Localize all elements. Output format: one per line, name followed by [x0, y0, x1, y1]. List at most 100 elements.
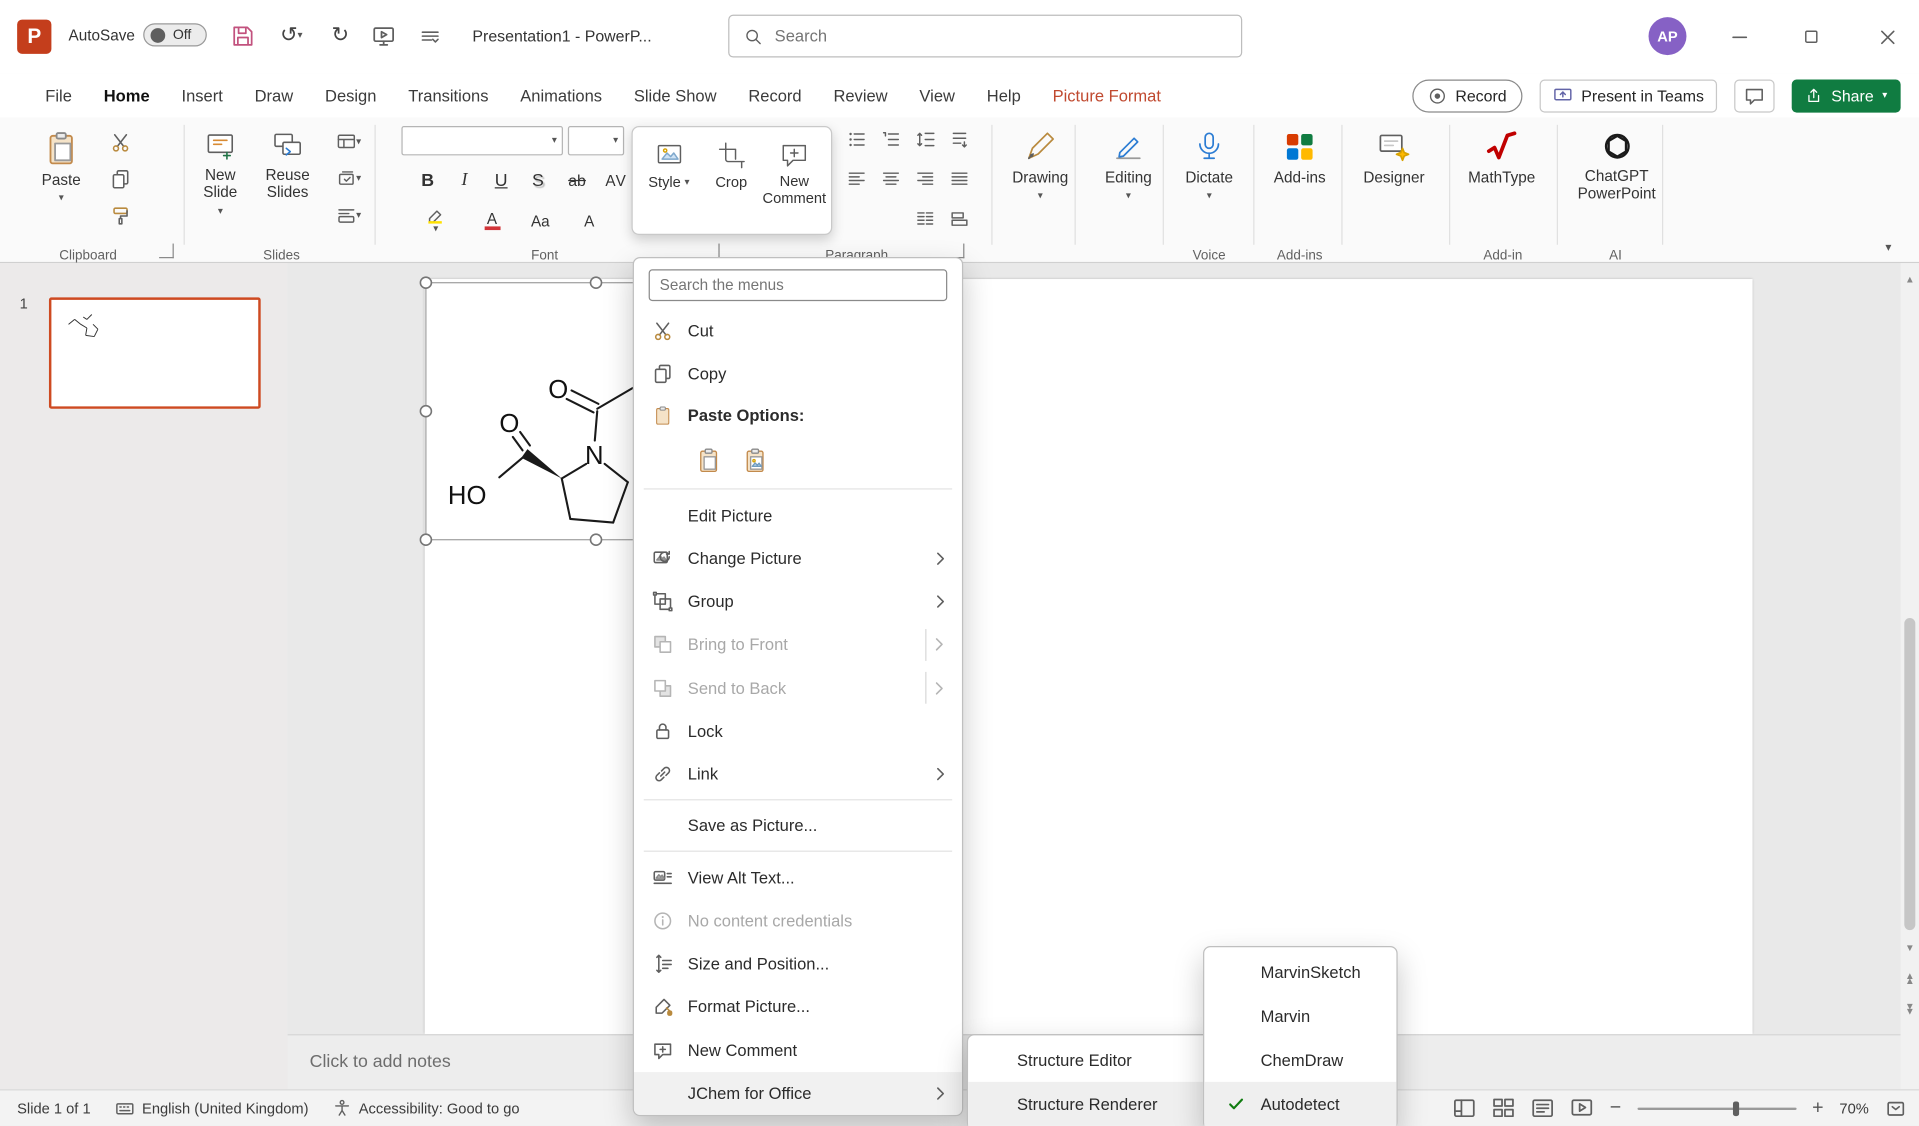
submenu-item-marvinsketch[interactable]: MarvinSketch [1204, 950, 1396, 994]
undo-button[interactable]: ↺▾ [267, 17, 316, 54]
reading-view-icon[interactable] [1531, 1097, 1554, 1120]
context-menu-item-copy[interactable]: Copy [634, 352, 962, 395]
context-menu-item-change-picture[interactable]: Change Picture [634, 537, 962, 580]
numbering-button[interactable] [876, 125, 905, 154]
format-painter-button[interactable] [105, 201, 134, 230]
font-size-combo[interactable]: ▾ [568, 126, 624, 155]
underline-button[interactable]: U [485, 164, 518, 197]
bold-button[interactable]: B [411, 164, 444, 197]
slide-sorter-view-icon[interactable] [1492, 1097, 1515, 1120]
line-spacing-button[interactable] [911, 125, 940, 154]
collapse-ribbon-button[interactable]: ▾ [1875, 237, 1902, 257]
context-menu-item-lock[interactable]: Lock [634, 709, 962, 752]
editing-button[interactable]: Editing ▾ [1097, 125, 1161, 238]
shape-align-button[interactable] [945, 204, 974, 233]
previous-slide-button[interactable]: ▲▲ [1901, 967, 1919, 991]
start-slideshow-button[interactable] [365, 17, 402, 54]
submenu-item-chemdraw[interactable]: ChemDraw [1204, 1038, 1396, 1082]
tab-home[interactable]: Home [88, 73, 166, 117]
new-slide-button[interactable]: New Slide ▾ [191, 125, 250, 238]
autosave-toggle[interactable]: Off [143, 23, 207, 46]
zoom-in-button[interactable]: + [1812, 1097, 1823, 1119]
fit-slide-to-window-icon[interactable] [1885, 1097, 1907, 1119]
align-right-button[interactable] [911, 164, 940, 193]
slide-layout-button[interactable]: ▾ [326, 127, 373, 156]
powerpoint-logo-icon[interactable]: P [17, 20, 51, 54]
maximize-button[interactable] [1783, 0, 1839, 73]
context-menu-search-input[interactable] [660, 277, 937, 294]
tab-transitions[interactable]: Transitions [392, 73, 504, 117]
tab-draw[interactable]: Draw [239, 73, 309, 117]
character-spacing-button[interactable]: AV [600, 164, 633, 197]
tab-file[interactable]: File [29, 73, 87, 117]
zoom-slider-handle[interactable] [1733, 1101, 1739, 1116]
strikethrough-button[interactable]: ab [561, 164, 594, 197]
grow-font-button[interactable]: A [573, 204, 606, 237]
italic-button[interactable]: I [448, 164, 481, 197]
submenu-item-marvin[interactable]: Marvin [1204, 994, 1396, 1038]
context-menu-item-edit-picture[interactable]: Edit Picture [634, 494, 962, 537]
submenu-item-structure-editor[interactable]: Structure Editor [968, 1038, 1235, 1082]
tab-design[interactable]: Design [309, 73, 392, 117]
scroll-down-arrow[interactable]: ▼ [1901, 939, 1919, 957]
context-menu-item-size-and-position[interactable]: Size and Position... [634, 942, 962, 985]
normal-view-icon[interactable] [1453, 1097, 1476, 1120]
justify-button[interactable] [945, 164, 974, 193]
selection-handle[interactable] [591, 277, 602, 288]
scroll-up-arrow[interactable]: ▲ [1901, 270, 1919, 288]
section-button[interactable]: ▾ [326, 201, 373, 230]
slideshow-view-icon[interactable] [1571, 1097, 1594, 1120]
chatgpt-button[interactable]: ChatGPT PowerPoint [1574, 125, 1660, 238]
present-in-teams-button[interactable]: Present in Teams [1540, 79, 1718, 112]
text-shadow-button[interactable]: S [521, 164, 554, 197]
context-menu-item-jchem-for-office[interactable]: JChem for Office [634, 1072, 962, 1115]
highlight-color-button[interactable]: ▾ [414, 204, 458, 237]
search-bar[interactable] [728, 15, 1242, 58]
paste-button[interactable]: Paste ▾ [27, 125, 96, 238]
record-button[interactable]: Record [1413, 79, 1523, 112]
submenu-item-autodetect[interactable]: Autodetect [1204, 1082, 1396, 1126]
cut-button[interactable] [105, 127, 134, 156]
selection-handle[interactable] [420, 406, 431, 417]
context-menu-item-save-as-picture[interactable]: Save as Picture... [634, 804, 962, 847]
paste-keep-source-formatting-button[interactable] [690, 442, 727, 479]
scrollbar-thumb[interactable] [1904, 618, 1915, 930]
dictate-button[interactable]: Dictate ▾ [1175, 125, 1244, 238]
next-slide-button[interactable]: ▼▼ [1901, 997, 1919, 1021]
avatar[interactable]: AP [1649, 17, 1687, 55]
change-case-button[interactable]: Aa [524, 204, 557, 237]
new-comment-mini-button[interactable]: New Comment [762, 135, 826, 227]
align-center-button[interactable] [876, 164, 905, 193]
zoom-out-button[interactable]: − [1610, 1097, 1621, 1119]
designer-button[interactable]: Designer [1358, 125, 1429, 238]
tab-picture-format[interactable]: Picture Format [1037, 73, 1177, 117]
font-name-combo[interactable]: ▾ [401, 126, 563, 155]
context-menu-item-view-alt-text[interactable]: View Alt Text... [634, 856, 962, 899]
context-menu-item-format-picture[interactable]: Format Picture... [634, 985, 962, 1028]
copy-button[interactable] [105, 164, 134, 193]
reset-slide-button[interactable]: ▾ [326, 164, 373, 193]
zoom-level[interactable]: 70% [1839, 1100, 1868, 1117]
tab-view[interactable]: View [904, 73, 971, 117]
tab-animations[interactable]: Animations [504, 73, 618, 117]
reuse-slides-button[interactable]: Reuse Slides [255, 125, 321, 238]
redo-button[interactable]: ↻ [322, 17, 359, 54]
text-direction-button[interactable] [945, 125, 974, 154]
language-control[interactable]: English (United Kingdom) [103, 1090, 321, 1126]
mathtype-button[interactable]: MathType [1464, 125, 1540, 238]
save-button[interactable] [224, 17, 261, 54]
context-menu-search[interactable] [649, 269, 948, 301]
context-menu-item-link[interactable]: Link [634, 753, 962, 796]
align-left-button[interactable] [842, 164, 871, 193]
selection-handle[interactable] [420, 277, 431, 288]
bullets-button[interactable] [842, 125, 871, 154]
tab-insert[interactable]: Insert [166, 73, 239, 117]
tab-review[interactable]: Review [818, 73, 904, 117]
crop-button[interactable]: Crop [700, 135, 762, 227]
share-button[interactable]: Share ▾ [1792, 79, 1901, 112]
context-menu-item-new-comment[interactable]: New Comment [634, 1029, 962, 1072]
context-menu-item-group[interactable]: Group [634, 580, 962, 623]
drawing-button[interactable]: Drawing ▾ [1006, 125, 1075, 238]
picture-style-button[interactable]: Style▾ [638, 135, 700, 227]
tab-record[interactable]: Record [732, 73, 817, 117]
